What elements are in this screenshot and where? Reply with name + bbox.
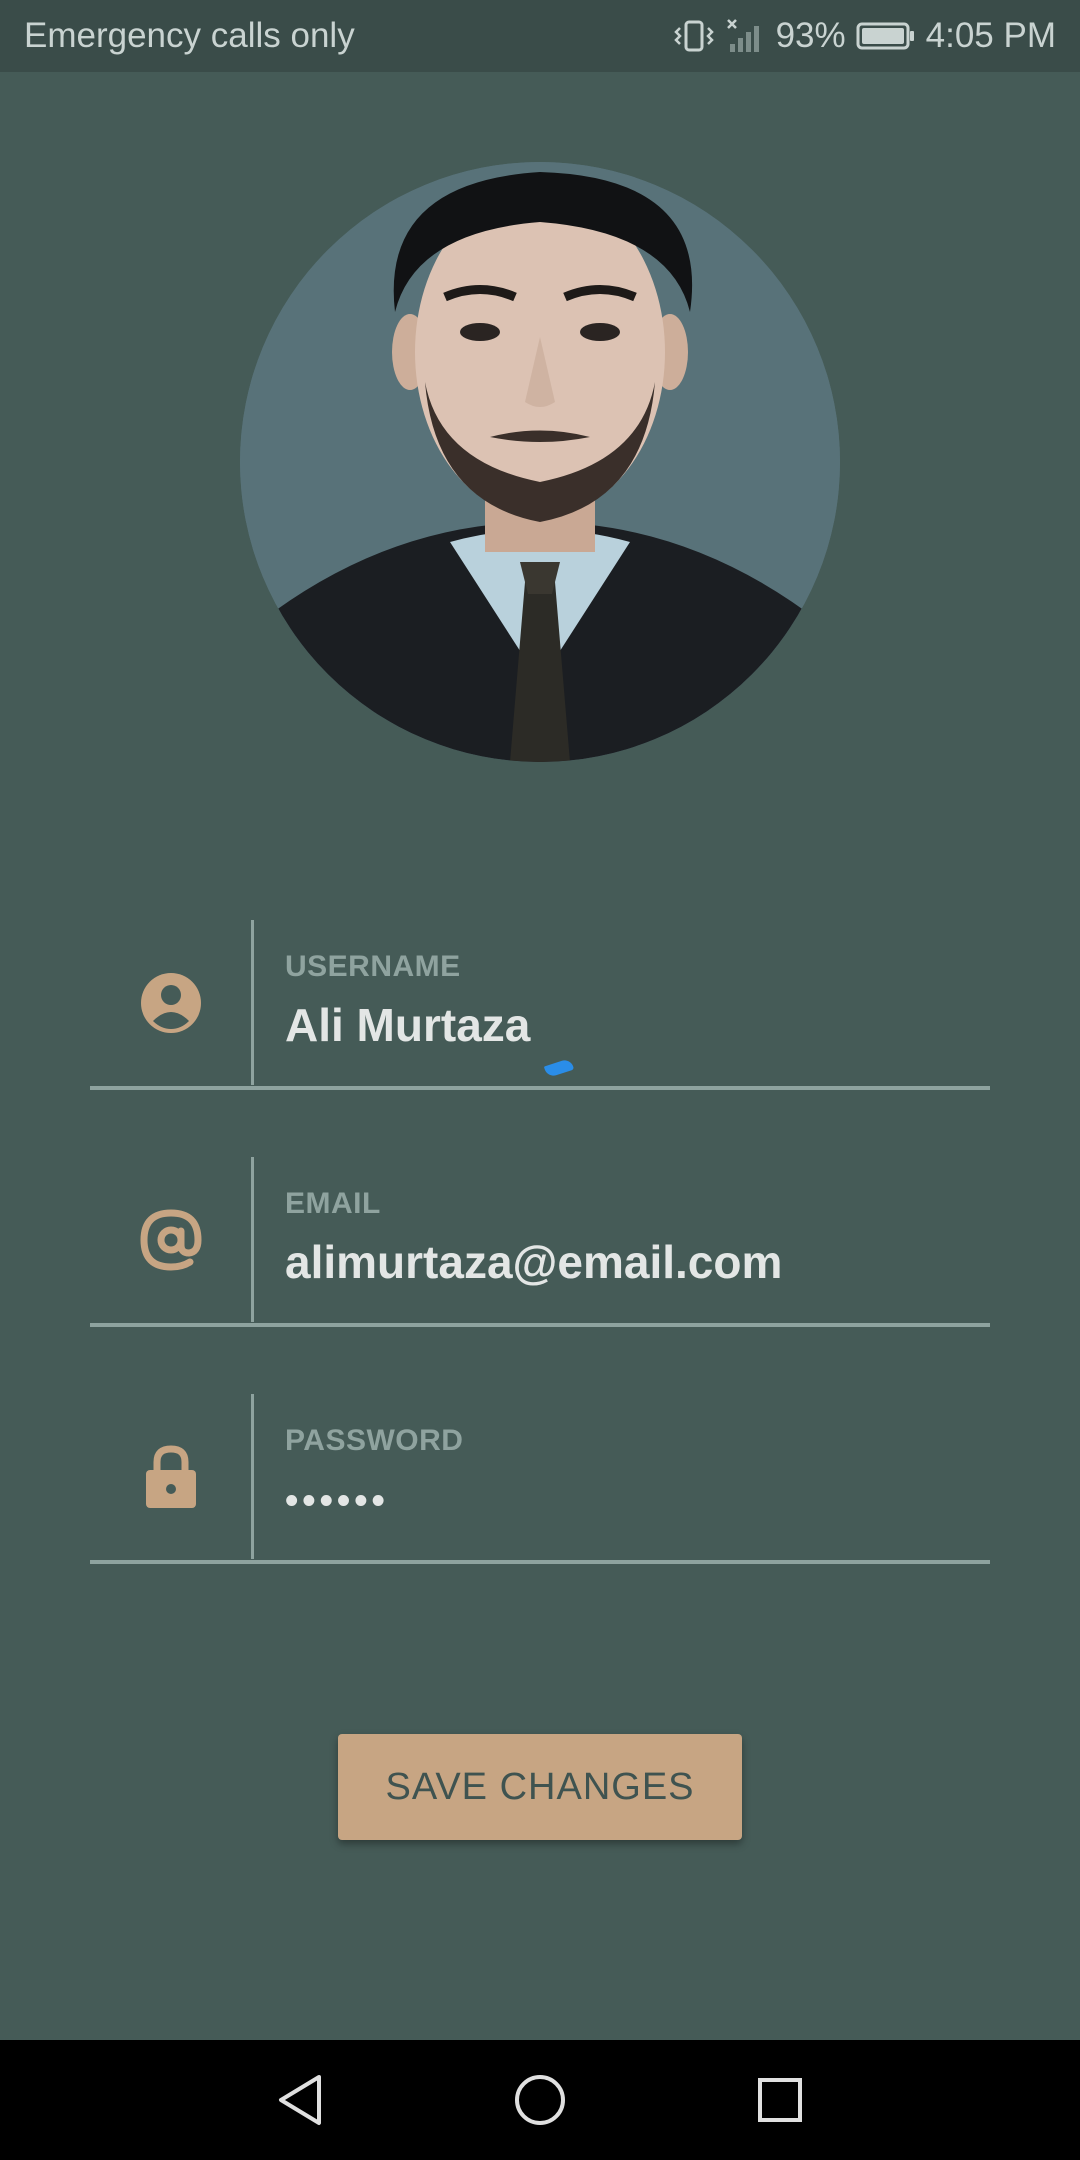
username-field[interactable]: USERNAME Ali Murtaza [90, 920, 990, 1090]
field-divider [251, 1157, 254, 1322]
person-icon [139, 971, 203, 1040]
email-field[interactable]: EMAIL alimurtaza@email.com [90, 1157, 990, 1327]
username-label: USERNAME [285, 950, 461, 983]
profile-edit-screen: Emergency calls only 93% 4:05 PM USERNAM… [0, 0, 1080, 2160]
password-field[interactable]: PASSWORD •••••• [90, 1394, 990, 1564]
profile-avatar[interactable] [240, 162, 840, 762]
email-underline [90, 1323, 990, 1327]
password-label: PASSWORD [285, 1424, 464, 1457]
username-input[interactable]: Ali Murtaza [285, 998, 530, 1052]
back-icon[interactable] [270, 2070, 330, 2130]
home-icon[interactable] [510, 2070, 570, 2130]
email-label: EMAIL [285, 1187, 381, 1220]
username-icon-cell [90, 920, 252, 1090]
avatar-portrait-image [240, 162, 840, 762]
text-cursor-handle[interactable] [543, 1057, 575, 1079]
recents-icon[interactable] [750, 2070, 810, 2130]
vibrate-icon [672, 18, 716, 54]
lock-icon [144, 1444, 198, 1515]
no-signal-icon [726, 18, 766, 54]
battery-icon [856, 20, 916, 52]
at-sign-icon [138, 1207, 204, 1278]
password-underline [90, 1560, 990, 1564]
clock: 4:05 PM [925, 16, 1056, 55]
carrier-status: Emergency calls only [24, 16, 355, 55]
status-icons: 93% 4:05 PM [672, 16, 1056, 56]
email-input[interactable]: alimurtaza@email.com [285, 1235, 782, 1289]
battery-percent: 93% [775, 16, 846, 55]
field-divider [251, 1394, 254, 1559]
navigation-bar [0, 2040, 1080, 2160]
password-icon-cell [90, 1394, 252, 1564]
status-bar: Emergency calls only 93% 4:05 PM [0, 0, 1080, 72]
email-icon-cell [90, 1157, 252, 1327]
field-divider [251, 920, 254, 1085]
password-input[interactable]: •••••• [285, 1480, 389, 1523]
save-changes-button[interactable]: SAVE CHANGES [338, 1734, 742, 1840]
username-underline [90, 1086, 990, 1090]
